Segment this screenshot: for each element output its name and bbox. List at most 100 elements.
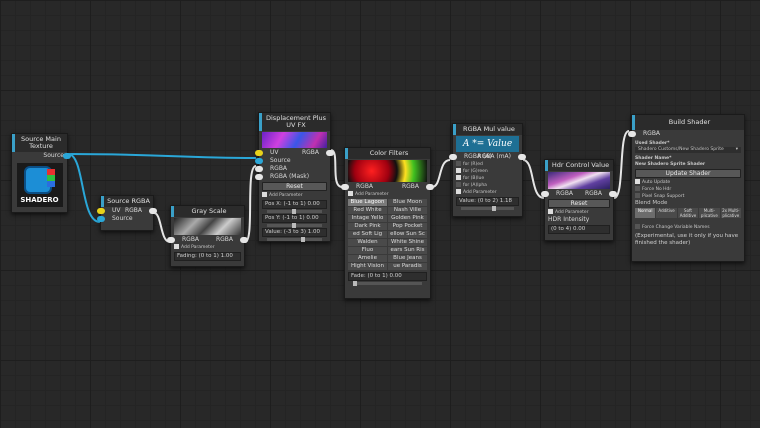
filter-button[interactable]: Red White — [348, 207, 387, 214]
hdr-control-node[interactable]: Hdr Control Value RGBA RGBA Reset Add Pa… — [541, 159, 617, 241]
rgba-output-port[interactable] — [426, 184, 434, 190]
checkbox-icon[interactable] — [635, 179, 640, 184]
uv-input-port[interactable] — [255, 150, 263, 156]
rgba-output-port[interactable] — [240, 237, 248, 243]
red-toggle[interactable]: for (R)ed — [453, 161, 522, 168]
rgba-input-port[interactable] — [541, 191, 549, 197]
checkbox-icon[interactable] — [635, 186, 640, 191]
filter-button[interactable]: Amelie — [348, 255, 387, 262]
force-change-vars-toggle[interactable]: Force Change Variable Names — [632, 224, 744, 231]
rgba-output-port[interactable] — [149, 208, 157, 214]
value-slider[interactable] — [267, 237, 322, 242]
rgba-output-port[interactable] — [326, 150, 334, 156]
rgba-mul-node[interactable]: RGBA Mul value A *= Value RGBA (A) RGBA … — [449, 123, 526, 217]
filter-button[interactable]: Dark Pink — [348, 223, 387, 230]
filter-button[interactable]: Fluo — [348, 247, 387, 254]
filter-button[interactable]: Walden — [348, 239, 387, 246]
add-parameter-toggle[interactable]: Add Parameter — [545, 209, 613, 216]
update-shader-button[interactable]: Update Shader — [635, 169, 741, 178]
filter-button[interactable]: Nash Ville — [388, 207, 427, 214]
chevron-down-icon: ▾ — [735, 147, 738, 152]
rgba-output-port[interactable] — [609, 191, 617, 197]
checkbox-icon[interactable] — [174, 244, 179, 249]
rgba-input-port[interactable] — [167, 237, 175, 243]
checkbox-icon[interactable] — [456, 168, 461, 173]
blend-mode-tab[interactable]: Normal — [635, 208, 656, 218]
filter-button[interactable]: ue Paradis — [388, 263, 427, 270]
checkbox-icon[interactable] — [635, 224, 640, 229]
value-field[interactable]: Value: (0 to 2) 1.18 — [456, 197, 519, 206]
gray-scale-node[interactable]: Gray Scale RGBA RGBA Add Parameter Fadin… — [167, 205, 248, 267]
fading-field[interactable]: Fading: (0 to 1) 1.00 — [174, 252, 241, 261]
rgba-input-port[interactable] — [449, 154, 457, 160]
blue-toggle-label: for (B)lue — [463, 176, 485, 181]
add-parameter-toggle[interactable]: Add Parameter — [259, 192, 330, 199]
force-no-hdr-label: Force No Hdr — [642, 187, 672, 192]
filter-button[interactable]: Golden Pink — [388, 215, 427, 222]
value-slider[interactable] — [461, 206, 514, 211]
add-parameter-toggle[interactable]: Add Parameter — [171, 244, 244, 251]
used-shader-dropdown[interactable]: Shadero Customs/New Shadero Sprite ▾ — [635, 147, 741, 153]
node-title: Hdr Control Value — [545, 160, 613, 171]
fade-field[interactable]: Fade: (0 to 1) 0.00 — [348, 272, 427, 281]
filter-button[interactable]: Pop Pocket — [388, 223, 427, 230]
pos-y-field[interactable]: Pos Y: (-1 to 1) 0.00 — [262, 214, 327, 223]
checkbox-icon[interactable] — [548, 209, 553, 214]
source-rgba-node[interactable]: Source RGBA UV RGBA Source — [97, 195, 157, 231]
checkbox-icon[interactable] — [456, 175, 461, 180]
checkbox-icon[interactable] — [348, 191, 353, 196]
pos-x-slider[interactable] — [267, 209, 322, 214]
shader-name-value[interactable]: New Shadero Sprite Shader — [632, 162, 744, 168]
rgba-input-port[interactable] — [628, 131, 636, 137]
filter-button[interactable]: Intage Yello — [348, 215, 387, 222]
blend-mode-tab[interactable]: 2x Multi-plicative — [720, 208, 741, 218]
value-field[interactable]: Value: (-3 to 3) 1.00 — [262, 228, 327, 237]
rgba-output-port[interactable] — [518, 154, 526, 160]
pixel-snap-toggle[interactable]: Pixel Snap Support — [632, 193, 744, 200]
auto-update-toggle[interactable]: Auto Update — [632, 179, 744, 186]
source-main-texture-node[interactable]: Source Main Texture Source SHADERO — [11, 133, 71, 213]
blend-mode-tab[interactable]: Additive — [656, 208, 677, 218]
rgba-input-label: RGBA — [182, 236, 200, 243]
fade-slider[interactable] — [353, 281, 422, 286]
alpha-toggle[interactable]: for (A)lpha — [453, 182, 522, 189]
checkbox-icon[interactable] — [456, 189, 461, 194]
displacement-node[interactable]: Displacement Plus UV FX UV RGBA Source R… — [255, 112, 334, 242]
color-filters-node[interactable]: Color Filters RGBA RGBA Add Parameter Bl… — [341, 147, 434, 299]
uv-input-port[interactable] — [97, 208, 105, 214]
source-input-port[interactable] — [255, 158, 263, 164]
pos-y-slider[interactable] — [267, 223, 322, 228]
filter-button[interactable]: Blue Lagoon — [348, 199, 387, 206]
filter-button[interactable]: ears Sun Ris — [388, 247, 427, 254]
red-toggle-label: for (R)ed — [463, 162, 483, 167]
filter-button[interactable]: ellow Sun Sc — [388, 231, 427, 238]
blend-mode-tab[interactable]: Soft Additive — [677, 208, 699, 218]
blue-toggle[interactable]: for (B)lue — [453, 175, 522, 182]
checkbox-icon[interactable] — [456, 182, 461, 187]
hdr-intensity-field[interactable]: (0 to 4) 0.00 — [548, 225, 610, 234]
reset-button[interactable]: Reset — [548, 199, 610, 208]
checkbox-icon[interactable] — [635, 193, 640, 198]
pos-x-field[interactable]: Pos X: (-1 to 1) 0.00 — [262, 200, 327, 209]
rgba-input-port[interactable] — [341, 184, 349, 190]
filter-button[interactable]: Blue Jeans — [388, 255, 427, 262]
checkbox-icon[interactable] — [262, 192, 267, 197]
rgba-input-label: RGBA — [643, 130, 661, 137]
filter-button[interactable]: Hight Vision — [348, 263, 387, 270]
add-parameter-toggle[interactable]: Add Parameter — [453, 189, 522, 196]
build-shader-node[interactable]: Build Shader RGBA Used Shader* Shadero C… — [628, 114, 745, 262]
reset-button[interactable]: Reset — [262, 182, 327, 191]
green-toggle[interactable]: for (G)reen — [453, 168, 522, 175]
rgba-input-port[interactable] — [255, 166, 263, 172]
source-output-port[interactable] — [63, 153, 71, 159]
filter-button[interactable]: ed Soft Lig — [348, 231, 387, 238]
source-input-port[interactable] — [97, 216, 105, 222]
source-label: Source — [112, 215, 133, 222]
force-no-hdr-toggle[interactable]: Force No Hdr — [632, 186, 744, 193]
filter-button[interactable]: Blue Moon — [388, 199, 427, 206]
checkbox-icon[interactable] — [456, 161, 461, 166]
blend-mode-tab[interactable]: Multi-plicative — [699, 208, 720, 218]
add-parameter-toggle[interactable]: Add Parameter — [345, 191, 430, 198]
rgba-mask-input-port[interactable] — [255, 174, 263, 180]
filter-button[interactable]: White Shine — [388, 239, 427, 246]
